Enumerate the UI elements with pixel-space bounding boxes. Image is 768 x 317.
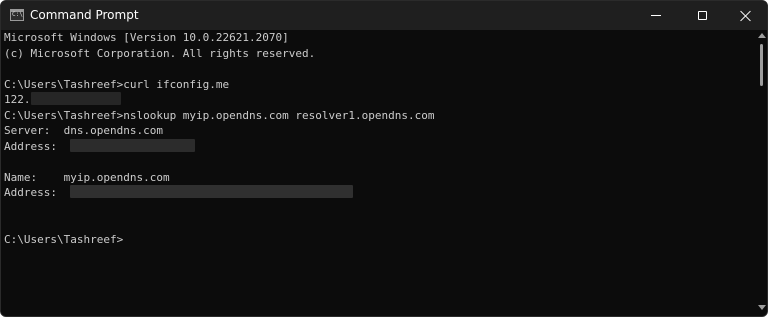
console-prompt-line: C:\Users\Tashreef> bbox=[4, 232, 124, 246]
redacted-ip-block bbox=[30, 92, 121, 105]
minimize-button[interactable] bbox=[633, 1, 679, 30]
console-text: Address: bbox=[4, 139, 71, 153]
redacted-address-block bbox=[70, 185, 354, 198]
cmd-icon: C:\ bbox=[10, 9, 24, 21]
console-line: Address: bbox=[4, 138, 753, 155]
console-line: 122. bbox=[4, 92, 753, 108]
console-line: Name: myip.opendns.com bbox=[4, 170, 170, 184]
console-text: Address: bbox=[4, 186, 71, 199]
maximize-icon bbox=[697, 11, 707, 20]
console-line: Microsoft Windows [Version 10.0.22621.20… bbox=[4, 31, 289, 44]
scroll-thumb[interactable] bbox=[760, 44, 763, 86]
close-button[interactable] bbox=[723, 1, 767, 30]
console-text: 122. bbox=[4, 93, 31, 106]
command-prompt-window: C:\ Command Prompt Microsoft Windows [Ve… bbox=[0, 0, 768, 317]
console-line: (c) Microsoft Corporation. All rights re… bbox=[4, 46, 316, 60]
console-line: C:\Users\Tashreef>curl ifconfig.me bbox=[4, 77, 230, 91]
redacted-address-block bbox=[70, 138, 196, 152]
scroll-up-arrow-icon[interactable] bbox=[758, 33, 766, 38]
scroll-down-arrow-icon[interactable] bbox=[758, 305, 766, 310]
console-line: Address: bbox=[4, 185, 753, 201]
maximize-button[interactable] bbox=[679, 1, 725, 30]
title-bar[interactable]: C:\ Command Prompt bbox=[1, 1, 767, 30]
window-title: Command Prompt bbox=[30, 8, 139, 22]
console-line: Server: dns.opendns.com bbox=[4, 124, 163, 137]
minimize-icon bbox=[651, 15, 661, 16]
console-line: C:\Users\Tashreef>nslookup myip.opendns.… bbox=[4, 108, 435, 122]
console-output[interactable]: Microsoft Windows [Version 10.0.22621.20… bbox=[1, 30, 753, 316]
vertical-scrollbar[interactable] bbox=[756, 30, 767, 316]
close-icon bbox=[740, 10, 752, 22]
